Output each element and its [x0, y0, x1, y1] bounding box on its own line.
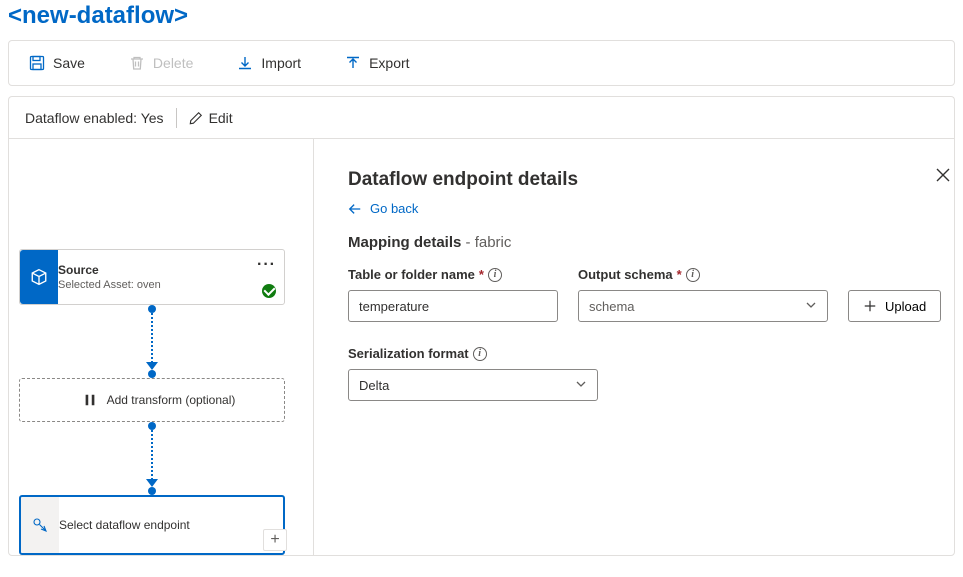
trash-icon [129, 55, 145, 71]
source-node[interactable]: Source Selected Asset: oven ··· [19, 249, 285, 305]
divider [176, 108, 177, 128]
upload-button[interactable]: Upload [848, 290, 941, 322]
format-label: Serialization format i [348, 346, 941, 361]
delete-button: Delete [129, 55, 193, 71]
details-heading: Dataflow endpoint details [348, 169, 941, 191]
add-step-button[interactable]: + [263, 529, 287, 551]
endpoint-icon [32, 517, 48, 533]
info-icon[interactable]: i [488, 268, 502, 282]
table-input[interactable] [348, 290, 558, 322]
page-title: <new-dataflow> [8, 0, 955, 40]
check-icon [262, 284, 276, 298]
save-icon [29, 55, 45, 71]
endpoint-node[interactable]: Select dataflow endpoint [19, 495, 285, 555]
export-button[interactable]: Export [345, 55, 409, 71]
status-band: Dataflow enabled: Yes Edit [8, 96, 955, 138]
source-sub: Selected Asset: oven [58, 279, 278, 291]
transform-node[interactable]: Add transform (optional) [19, 378, 285, 422]
enabled-label: Dataflow enabled: Yes [25, 110, 164, 126]
toolbar: Save Delete Import Export [8, 40, 955, 86]
pencil-icon [189, 111, 203, 125]
close-button[interactable] [935, 167, 951, 186]
table-label: Table or folder name * i [348, 267, 558, 282]
format-select[interactable]: Delta [348, 369, 598, 401]
schema-select[interactable]: schema [578, 290, 828, 322]
more-menu[interactable]: ··· [257, 256, 276, 274]
chevron-down-icon [575, 378, 587, 393]
edit-button[interactable]: Edit [189, 110, 233, 126]
close-icon [935, 167, 951, 183]
transform-icon [83, 393, 97, 407]
details-panel: Dataflow endpoint details Go back Mappin… [314, 139, 963, 555]
plus-icon [863, 299, 877, 313]
source-label: Source [58, 263, 278, 277]
workarea: Source Selected Asset: oven ··· Add tran… [8, 138, 955, 556]
canvas: Source Selected Asset: oven ··· Add tran… [9, 139, 314, 555]
upload-icon [345, 55, 361, 71]
download-icon [237, 55, 253, 71]
go-back-link[interactable]: Go back [348, 201, 941, 216]
save-button[interactable]: Save [29, 55, 85, 71]
connector-2 [19, 422, 285, 495]
connector-1 [19, 305, 285, 378]
info-icon[interactable]: i [473, 347, 487, 361]
endpoint-label: Select dataflow endpoint [59, 518, 277, 532]
schema-label: Output schema * i [578, 267, 828, 282]
info-icon[interactable]: i [686, 268, 700, 282]
chevron-down-icon [805, 299, 817, 314]
transform-label: Add transform (optional) [107, 393, 236, 407]
section-title: Mapping details - fabric [348, 234, 941, 251]
arrow-left-icon [348, 202, 362, 216]
import-button[interactable]: Import [237, 55, 301, 71]
cube-icon [30, 268, 48, 286]
